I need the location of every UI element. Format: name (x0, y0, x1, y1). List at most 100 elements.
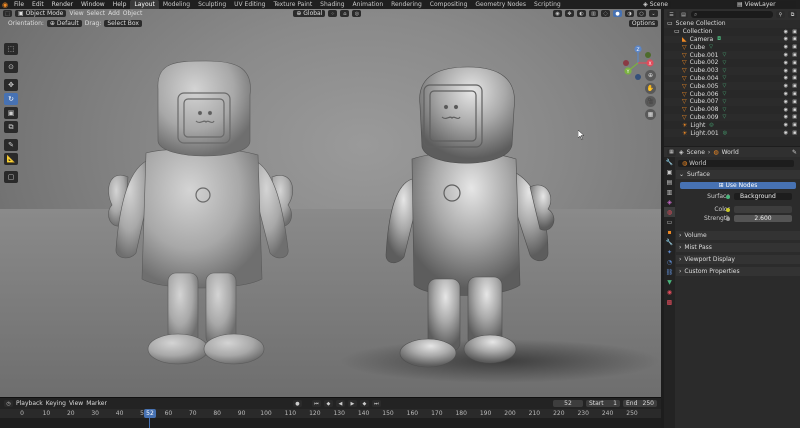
collapsed-panel-header[interactable]: › Custom Properties (676, 267, 800, 276)
move-icon[interactable]: ✥ (4, 79, 18, 91)
properties-editor-type-icon[interactable]: ▦ (667, 148, 676, 156)
timeline-menu-marker[interactable]: Marker (86, 400, 107, 407)
viewport-menu-select[interactable]: Select (87, 10, 106, 17)
outliner-row[interactable]: ▽ Cube.004 ▽ ◉ ▣ (664, 75, 800, 83)
outliner-row[interactable]: ▽ Cube.008 ▽ ◉ ▣ (664, 106, 800, 114)
timeline-menu-keying[interactable]: Keying (46, 400, 66, 407)
rotate-icon[interactable]: ↻ (4, 93, 18, 105)
surface-value-field[interactable]: Background (734, 193, 792, 200)
tab-view-layer-icon[interactable]: ▥ (664, 187, 675, 197)
select-box-icon[interactable]: ⬚ (4, 43, 18, 55)
start-frame-field[interactable]: Start 1 (586, 400, 620, 407)
render-camera-icon[interactable]: ▣ (792, 44, 797, 50)
menu-help[interactable]: Help (109, 1, 131, 8)
tab-tool-icon[interactable]: 🔧 (664, 157, 675, 167)
render-camera-icon[interactable]: ▣ (792, 99, 797, 105)
render-camera-icon[interactable]: ▣ (792, 122, 797, 128)
tab-scripting[interactable]: Scripting (530, 0, 565, 9)
tab-geometry-nodes[interactable]: Geometry Nodes (471, 0, 530, 9)
overlay-icon[interactable]: ◐ (577, 10, 586, 17)
drag-selector[interactable]: Select Box (104, 19, 142, 27)
outliner-row[interactable]: ◣ Camera ◘ ◉ ▣ (664, 35, 800, 44)
menu-window[interactable]: Window (77, 1, 109, 8)
cursor-icon[interactable]: ⊙ (4, 61, 18, 73)
eye-icon[interactable]: ◉ (784, 122, 788, 128)
mode-selector[interactable]: ▣ Object Mode (15, 10, 67, 17)
surface-panel-header[interactable]: ⌄ Surface (676, 170, 800, 179)
prev-key-icon[interactable]: ◆ (323, 400, 333, 407)
shading-solid-icon[interactable]: ● (613, 10, 622, 17)
eye-icon[interactable]: ◉ (784, 52, 788, 58)
shading-material-icon[interactable]: ◑ (625, 10, 634, 17)
outliner-row[interactable]: ▽ Cube.001 ▽ ◉ ▣ (664, 51, 800, 59)
3d-viewport[interactable]: ⬚ ▣ Object Mode View Select Add Object ⊕… (0, 9, 661, 397)
orientation-selector[interactable]: ⊕ Default (46, 19, 82, 27)
view-layer-selector[interactable]: ▤ ViewLayer (734, 1, 796, 8)
next-key-icon[interactable]: ◆ (359, 400, 369, 407)
pivot-icon[interactable]: ⁘ (328, 10, 338, 17)
camera-view-icon[interactable]: 🎥 (645, 96, 656, 107)
transform-orientation-selector[interactable]: ⊕ Global (293, 10, 326, 17)
eye-icon[interactable]: ◉ (784, 99, 788, 105)
shading-wireframe-icon[interactable]: ◌ (601, 10, 610, 17)
outliner-row[interactable]: ▽ Cube.002 ▽ ◉ ▣ (664, 59, 800, 67)
tab-object-icon[interactable]: ▪ (664, 227, 675, 237)
render-camera-icon[interactable]: ▣ (792, 107, 797, 113)
jump-start-icon[interactable]: ⏮ (311, 400, 321, 407)
snap-icon[interactable]: ⌂ (340, 10, 350, 17)
render-camera-icon[interactable]: ▣ (792, 60, 797, 66)
outliner-row[interactable]: ▭ Collection ◉ ▣ (664, 28, 800, 36)
eye-icon[interactable]: ◉ (784, 36, 788, 42)
tab-shading[interactable]: Shading (316, 0, 348, 9)
shading-rendered-icon[interactable]: ○ (637, 10, 646, 17)
pan-hand-icon[interactable]: ✋ (645, 83, 656, 94)
tab-world-icon[interactable]: ◍ (664, 207, 675, 217)
gizmo-toggle-icon[interactable]: ✥ (565, 10, 574, 17)
xray-icon[interactable]: ▥ (589, 10, 598, 17)
render-camera-icon[interactable]: ▣ (792, 83, 797, 89)
filter-icon[interactable]: ⚲ (776, 11, 785, 18)
add-cube-icon[interactable]: ▢ (4, 171, 18, 183)
render-camera-icon[interactable]: ▣ (792, 91, 797, 97)
pin-icon[interactable]: ✎ (792, 149, 797, 156)
breadcrumb-world[interactable]: World (722, 149, 739, 156)
eye-icon[interactable]: ◉ (784, 68, 788, 74)
outliner-row[interactable]: ▽ Cube.005 ▽ ◉ ▣ (664, 82, 800, 91)
tab-physics-icon[interactable]: ◔ (664, 257, 675, 267)
outliner-row[interactable]: ▽ Cube.003 ▽ ◉ ▣ (664, 66, 800, 75)
timeline-ruler[interactable]: 0102030405060708090100110120130140150160… (0, 409, 661, 418)
new-collection-icon[interactable]: ⧉ (788, 11, 797, 18)
render-camera-icon[interactable]: ▣ (792, 130, 797, 136)
eye-icon[interactable]: ◉ (784, 83, 788, 89)
outliner-row[interactable]: ▭ Scene Collection (664, 20, 800, 28)
tab-output-icon[interactable]: ▤ (664, 177, 675, 187)
proportional-edit-icon[interactable]: ◎ (352, 10, 362, 17)
viewport-menu-view[interactable]: View (69, 10, 83, 17)
tab-render-icon[interactable]: ▣ (664, 167, 675, 177)
outliner-row[interactable]: ☀ Light.001 ◎ ◉ ▣ (664, 129, 800, 137)
tab-rendering[interactable]: Rendering (387, 0, 426, 9)
scale-icon[interactable]: ▣ (4, 107, 18, 119)
render-camera-icon[interactable]: ▣ (792, 75, 797, 81)
world-selector[interactable]: ◍ World (678, 160, 794, 167)
outliner-row[interactable]: ▽ Cube.007 ▽ ◉ ▣ (664, 97, 800, 106)
play-icon[interactable]: ▶ (347, 400, 357, 407)
play-reverse-icon[interactable]: ◀ (335, 400, 345, 407)
zoom-icon[interactable]: ⊕ (645, 70, 656, 81)
tab-sculpting[interactable]: Sculpting (194, 0, 230, 9)
breadcrumb-scene[interactable]: Scene (687, 149, 705, 156)
outliner-row[interactable]: ▽ Cube ▽ ◉ ▣ (664, 43, 800, 51)
render-camera-icon[interactable]: ▣ (792, 36, 797, 42)
scene-selector[interactable]: ◈ Scene (640, 1, 671, 8)
render-camera-icon[interactable]: ▣ (792, 29, 797, 35)
options-button[interactable]: Options (628, 19, 658, 27)
eye-icon[interactable]: ◉ (784, 44, 788, 50)
eye-icon[interactable]: ◉ (784, 107, 788, 113)
collapsed-panel-header[interactable]: › Viewport Display (676, 255, 800, 264)
tab-layout[interactable]: Layout (130, 0, 159, 9)
eye-icon[interactable]: ◉ (784, 114, 788, 120)
timeline-menu-playback[interactable]: Playback (16, 400, 43, 407)
annotate-icon[interactable]: ✎ (4, 139, 18, 151)
transform-icon[interactable]: ⧉ (4, 121, 18, 133)
tab-compositing[interactable]: Compositing (426, 0, 472, 9)
